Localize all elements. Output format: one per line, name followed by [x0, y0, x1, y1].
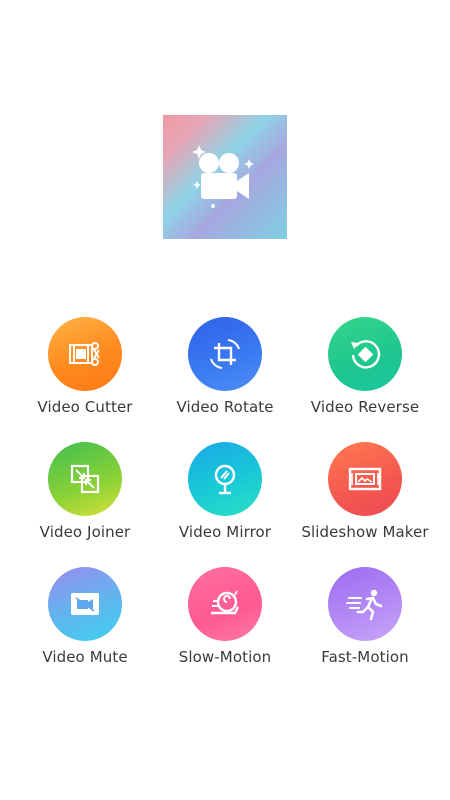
tool-slideshow-maker[interactable]: Slideshow Maker — [295, 442, 435, 567]
tool-video-rotate[interactable]: Video Rotate — [155, 317, 295, 442]
rotate-reverse-icon — [351, 340, 381, 369]
tool-video-joiner[interactable]: Video Joiner — [15, 442, 155, 567]
mirror-icon — [214, 464, 236, 495]
slow-motion-button[interactable] — [188, 567, 262, 641]
video-reverse-button[interactable] — [328, 317, 402, 391]
app-logo — [163, 115, 287, 239]
tool-label: Video Reverse — [310, 398, 420, 416]
tool-video-cutter[interactable]: Video Cutter — [15, 317, 155, 442]
slideshow-maker-button[interactable] — [328, 442, 402, 516]
tool-label: Video Mute — [42, 648, 128, 666]
tool-label: Video Mirror — [178, 523, 272, 541]
video-mute-button[interactable] — [48, 567, 122, 641]
merge-squares-icon — [70, 464, 100, 494]
fast-motion-button[interactable] — [328, 567, 402, 641]
tool-label: Video Rotate — [176, 398, 274, 416]
tool-label: Slideshow Maker — [301, 523, 429, 541]
slideshow-icon — [348, 467, 382, 491]
tool-label: Video Cutter — [37, 398, 133, 416]
video-joiner-button[interactable] — [48, 442, 122, 516]
video-cutter-button[interactable] — [48, 317, 122, 391]
tool-video-reverse[interactable]: Video Reverse — [295, 317, 435, 442]
tool-video-mute[interactable]: Video Mute — [15, 567, 155, 692]
running-man-icon — [346, 589, 383, 621]
video-mirror-button[interactable] — [188, 442, 262, 516]
video-rotate-button[interactable] — [188, 317, 262, 391]
film-scissors-icon — [69, 342, 100, 366]
snail-icon — [211, 590, 240, 615]
tools-grid: Video Cutter Video Rotate Video Reverse — [15, 317, 435, 692]
tool-label: Slow-Motion — [178, 648, 272, 666]
tool-label: Fast-Motion — [321, 648, 409, 666]
camera-mute-icon — [71, 593, 99, 615]
crop-rotate-icon — [210, 339, 240, 369]
tool-fast-motion[interactable]: Fast-Motion — [295, 567, 435, 692]
tool-label: Video Joiner — [39, 523, 131, 541]
tool-slow-motion[interactable]: Slow-Motion — [155, 567, 295, 692]
video-camera-sparkle-icon — [192, 145, 254, 208]
tool-video-mirror[interactable]: Video Mirror — [155, 442, 295, 567]
